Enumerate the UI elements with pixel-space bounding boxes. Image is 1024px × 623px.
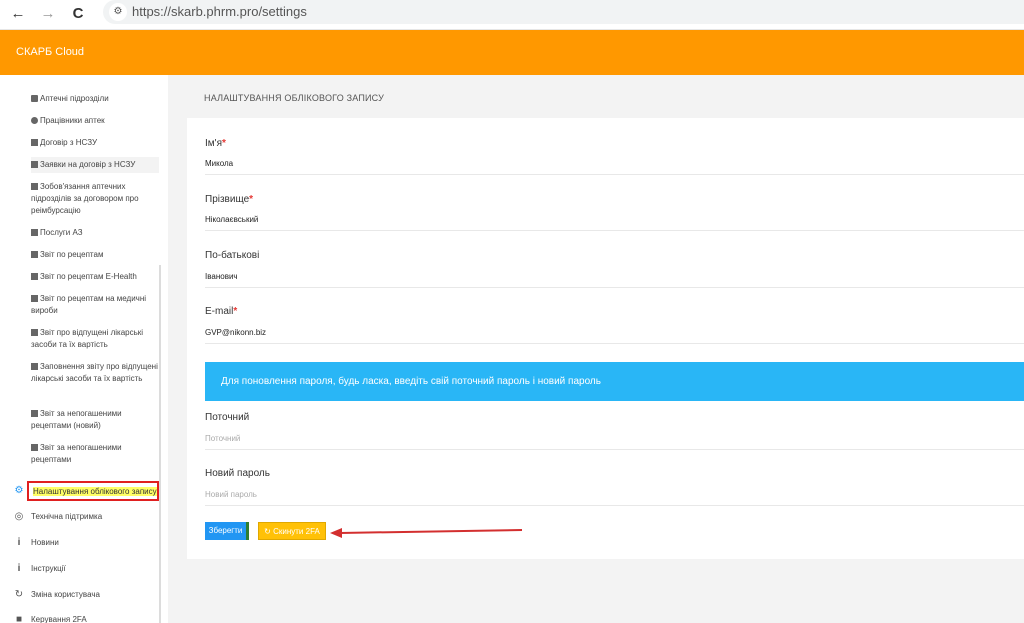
sidebar-item-unredeemed[interactable]: Звіт за непогашеними рецептами xyxy=(31,442,159,466)
sidebar: Аптечні підрозділи Працівники аптек Дого… xyxy=(0,75,168,623)
sidebar-item-pharmacy-units[interactable]: Аптечні підрозділи xyxy=(31,93,159,105)
browser-toolbar: ← → C ⚙ https://skarb.phrm.pro/settings xyxy=(0,0,1024,30)
settings-form: Ім'я* Микола Прізвище* Ніколаєвський По-… xyxy=(187,118,1024,559)
url-text: https://skarb.phrm.pro/settings xyxy=(132,4,307,19)
page-title: НАЛАШТУВАННЯ ОБЛІКОВОГО ЗАПИСУ xyxy=(204,93,385,103)
file-icon xyxy=(31,410,38,417)
divider xyxy=(205,505,1024,506)
last-name-label: Прізвище* xyxy=(205,194,254,205)
file-icon xyxy=(31,273,38,280)
first-name-label: Ім'я* xyxy=(205,138,226,149)
file-icon xyxy=(31,183,38,190)
main-content: НАЛАШТУВАННЯ ОБЛІКОВОГО ЗАПИСУ Ім'я* Мик… xyxy=(168,75,1024,623)
sidebar-item-az-services[interactable]: Послуги АЗ xyxy=(31,227,159,239)
sidebar-item-ehealth-report[interactable]: Звіт по рецептам E-Health xyxy=(31,271,159,283)
users-icon xyxy=(31,117,38,124)
lifebuoy-icon: ◎ xyxy=(14,511,24,522)
divider xyxy=(205,230,1024,231)
sidebar-item-pharmacy-staff[interactable]: Працівники аптек xyxy=(31,115,159,127)
new-password-label: Новий пароль xyxy=(205,468,270,479)
save-button[interactable]: Зберегти xyxy=(205,522,249,540)
first-name-input[interactable]: Микола xyxy=(205,159,233,168)
reload-icon[interactable]: C xyxy=(67,3,89,25)
email-label: E-mail* xyxy=(205,306,238,317)
sidebar-item-prescription-report[interactable]: Звіт по рецептам xyxy=(31,249,159,261)
refresh-icon: ↻ xyxy=(264,527,274,536)
file-icon xyxy=(31,363,38,370)
divider xyxy=(205,449,1024,450)
sidebar-item-unredeemed-new[interactable]: Звіт за непогашеними рецептами (новий) xyxy=(31,408,159,432)
plus-square-icon xyxy=(31,95,38,102)
sidebar-item-fill-dispensed-report[interactable]: Заповнення звіту про відпущені лікарські… xyxy=(31,361,159,385)
forward-icon[interactable]: → xyxy=(37,3,59,25)
file-icon xyxy=(31,329,38,336)
info-icon: i xyxy=(17,563,21,574)
app-title[interactable]: СКАРБ Cloud xyxy=(16,46,84,58)
file-icon xyxy=(31,161,38,168)
email-input[interactable]: GVP@nikonn.biz xyxy=(205,328,266,337)
current-password-input[interactable]: Поточний xyxy=(205,434,240,443)
sidebar-item-dispensed-drugs-report[interactable]: Звіт про відпущені лікарські засоби та ї… xyxy=(31,327,159,351)
lock-icon: ■ xyxy=(15,614,23,623)
file-icon xyxy=(31,295,38,302)
divider xyxy=(205,174,1024,175)
divider xyxy=(205,343,1024,344)
file-icon xyxy=(31,139,38,146)
sidebar-item-contract-requests[interactable]: Заявки на договір з НСЗУ xyxy=(31,157,159,173)
current-password-label: Поточний xyxy=(205,412,250,423)
file-icon xyxy=(31,229,38,236)
back-icon[interactable]: ← xyxy=(7,3,29,25)
file-icon xyxy=(31,251,38,258)
info-icon: i xyxy=(17,537,21,548)
sidebar-item-nszu-contract[interactable]: Договір з НСЗУ xyxy=(31,137,159,149)
reset-2fa-button[interactable]: ↻ Скинути 2FA xyxy=(258,522,326,540)
site-settings-icon[interactable]: ⚙ xyxy=(109,3,127,21)
annotation-highlight-box: Налаштування облікового запису xyxy=(27,481,159,501)
divider xyxy=(205,287,1024,288)
gear-icon: ⚙ xyxy=(14,485,24,496)
refresh-icon: ↻ xyxy=(14,589,24,600)
sidebar-item-label[interactable]: Налаштування облікового запису xyxy=(33,487,157,496)
file-icon xyxy=(31,444,38,451)
sidebar-item-medical-devices-report[interactable]: Звіт по рецептам на медичні вироби xyxy=(31,293,159,317)
sidebar-scrollbar[interactable] xyxy=(159,265,161,623)
app-header: СКАРБ Cloud xyxy=(0,30,1024,75)
last-name-input[interactable]: Ніколаєвський xyxy=(205,215,258,224)
new-password-input[interactable]: Новий пароль xyxy=(205,490,257,499)
patronymic-input[interactable]: Іванович xyxy=(205,272,238,281)
password-info-banner: Для поновлення пароля, будь ласка, введі… xyxy=(205,362,1024,401)
sidebar-item-obligations[interactable]: Зобов'язання аптечних підрозділів за дог… xyxy=(31,181,159,217)
patronymic-label: По-батькові xyxy=(205,250,260,261)
address-bar[interactable]: ⚙ https://skarb.phrm.pro/settings xyxy=(103,0,1024,24)
